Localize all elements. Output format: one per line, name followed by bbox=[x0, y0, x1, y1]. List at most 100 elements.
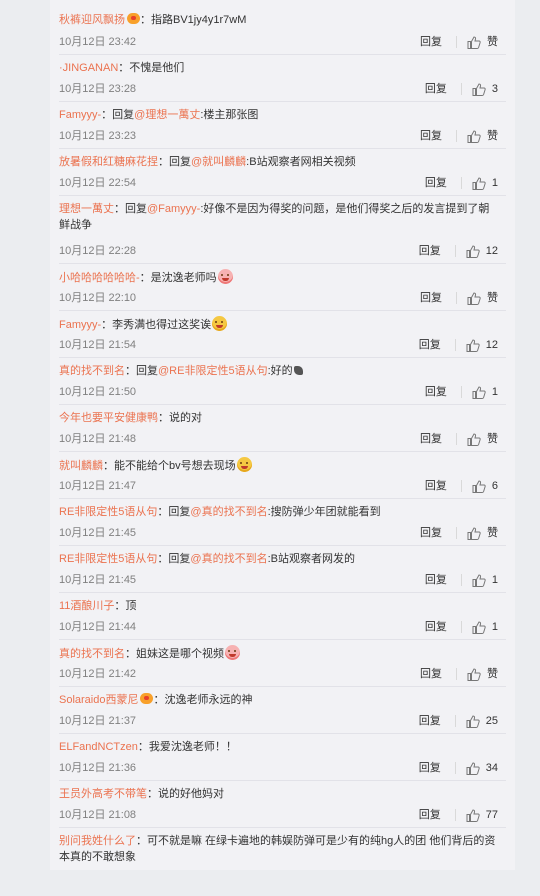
reply-button[interactable]: 回复 bbox=[420, 667, 442, 681]
like-button[interactable]: 3 bbox=[472, 82, 498, 96]
like-count: 赞 bbox=[487, 36, 498, 48]
mention-link[interactable]: @真的找不到名 bbox=[190, 506, 267, 518]
reply-button[interactable]: 回复 bbox=[420, 291, 442, 305]
comment-username-link[interactable]: 今年也要平安健康鸭 bbox=[59, 412, 158, 424]
reply-button[interactable]: 回复 bbox=[419, 244, 441, 258]
comment-text: ：沈逸老师永远的神 bbox=[153, 694, 253, 706]
reply-button[interactable]: 回复 bbox=[425, 176, 447, 190]
action-divider bbox=[454, 339, 456, 351]
comment-content: 真的找不到名：姐妹这是哪个视频 bbox=[59, 645, 506, 662]
reply-prefix: ：回复 bbox=[101, 109, 135, 121]
reply-button[interactable]: 回复 bbox=[420, 129, 442, 143]
blush-emoji-icon bbox=[217, 269, 233, 284]
like-button[interactable]: 12 bbox=[466, 338, 498, 352]
comment-username-link[interactable]: Famyyy- bbox=[59, 319, 101, 331]
action-divider bbox=[454, 245, 456, 257]
action-divider bbox=[456, 668, 457, 680]
comment-username-link[interactable]: 理想一萬丈 bbox=[59, 203, 114, 215]
comment-username-link[interactable]: 11酒酿川子 bbox=[59, 600, 114, 612]
thumbs-up-icon bbox=[467, 129, 481, 143]
like-button[interactable]: 1 bbox=[472, 620, 498, 634]
like-button[interactable]: 12 bbox=[466, 244, 498, 258]
like-button[interactable]: 1 bbox=[472, 176, 498, 190]
action-divider bbox=[456, 433, 457, 445]
comment-username-link[interactable]: RE非限定性5语从句 bbox=[59, 506, 157, 518]
comment-username-link[interactable]: 放暑假和红糖麻花捏 bbox=[59, 156, 158, 168]
comment-actions: 回复 1 bbox=[425, 573, 498, 587]
action-divider bbox=[454, 715, 456, 727]
reply-button[interactable]: 回复 bbox=[420, 432, 442, 446]
like-button[interactable]: 赞 bbox=[467, 35, 498, 49]
comment-timestamp: 10月12日 23:42 bbox=[59, 36, 137, 48]
comment-username-link[interactable]: Solaraido西蒙尼 bbox=[59, 694, 138, 706]
comment-actions: 回复 34 bbox=[419, 761, 498, 775]
like-button[interactable]: 赞 bbox=[467, 526, 498, 540]
mention-link[interactable]: @Famyyy- bbox=[147, 203, 200, 215]
comment-content: 就叫麟麟：能不能给个bv号想去现场 bbox=[59, 457, 506, 474]
like-button[interactable]: 77 bbox=[466, 808, 498, 822]
action-divider bbox=[456, 130, 457, 142]
mention-link[interactable]: @RE非限定性5语从句 bbox=[158, 365, 268, 377]
comment-timestamp: 10月12日 21:47 bbox=[59, 480, 137, 492]
like-count: 赞 bbox=[487, 130, 498, 142]
comment-content: 秋裤迎风飘扬 ：指路BV1jy4y1r7wM bbox=[59, 12, 506, 28]
reply-button[interactable]: 回复 bbox=[419, 714, 441, 728]
action-divider bbox=[456, 36, 457, 48]
thumbs-up-icon bbox=[467, 35, 481, 49]
like-button[interactable]: 6 bbox=[472, 479, 498, 493]
thumbs-up-icon bbox=[472, 573, 486, 587]
comment-username-link[interactable]: 秋裤迎风飘扬 bbox=[59, 14, 125, 26]
reply-button[interactable]: 回复 bbox=[419, 338, 441, 352]
comment-panel: 秋裤迎风飘扬 ：指路BV1jy4y1r7wM 10月12日 23:42 回复赞 ·JIN… bbox=[50, 0, 515, 870]
comment-content: 理想一萬丈：回复@Famyyy-:好像不是因为得奖的问题，是他们得奖之后的发言提… bbox=[59, 201, 499, 233]
comment-actions: 回复 赞 bbox=[420, 35, 498, 49]
comment-username-link[interactable]: 王员外高考不带笔 bbox=[59, 788, 147, 800]
comment-timestamp: 10月12日 21:36 bbox=[59, 762, 137, 774]
like-button[interactable]: 赞 bbox=[467, 129, 498, 143]
mention-link[interactable]: @就叫麟麟 bbox=[191, 156, 246, 168]
comment-username-link[interactable]: ELFandNCTzen bbox=[59, 741, 138, 753]
action-divider bbox=[456, 292, 457, 304]
comment-text: ：不愧是他们 bbox=[118, 62, 185, 74]
like-button[interactable]: 赞 bbox=[467, 667, 498, 681]
reply-button[interactable]: 回复 bbox=[420, 35, 442, 49]
comment-text: ：能不能给个bv号想去现场 bbox=[103, 460, 236, 472]
like-count: 77 bbox=[485, 809, 498, 821]
comment-username-link[interactable]: ·JINGANAN bbox=[59, 62, 118, 74]
comment-username-link[interactable]: 别问我姓什么了 bbox=[59, 835, 136, 847]
thumbs-up-icon bbox=[466, 244, 480, 258]
like-count: 赞 bbox=[487, 527, 498, 539]
mention-link[interactable]: @真的找不到名 bbox=[190, 553, 267, 565]
comment-username-link[interactable]: 真的找不到名 bbox=[59, 648, 125, 660]
reply-button[interactable]: 回复 bbox=[425, 573, 447, 587]
like-button[interactable]: 赞 bbox=[467, 291, 498, 305]
like-button[interactable]: 1 bbox=[472, 573, 498, 587]
comment-content: ·JINGANAN：不愧是他们 bbox=[59, 60, 506, 76]
comment-text: :B站观察者网相关视频 bbox=[246, 156, 356, 168]
comment-username-link[interactable]: 小哈哈哈哈哈哈- bbox=[59, 272, 140, 284]
comment-actions: 回复 1 bbox=[425, 620, 498, 634]
comment-username-link[interactable]: 就叫麟麟 bbox=[59, 460, 103, 472]
reply-button[interactable]: 回复 bbox=[419, 761, 441, 775]
like-button[interactable]: 25 bbox=[466, 714, 498, 728]
reply-button[interactable]: 回复 bbox=[425, 82, 447, 96]
reply-button[interactable]: 回复 bbox=[425, 385, 447, 399]
reply-button[interactable]: 回复 bbox=[425, 479, 447, 493]
comment-content: 别问我姓什么了：可不就是嘛 在绿卡遍地的韩娱防弹可是少有的纯hg人的团 他们背后… bbox=[59, 833, 499, 865]
reply-button[interactable]: 回复 bbox=[420, 526, 442, 540]
comment-username-link[interactable]: Famyyy- bbox=[59, 109, 101, 121]
like-button[interactable]: 1 bbox=[472, 385, 498, 399]
comment-username-link[interactable]: RE非限定性5语从句 bbox=[59, 553, 157, 565]
comment-actions: 回复 赞 bbox=[420, 667, 498, 681]
small-emoji-icon bbox=[293, 366, 303, 375]
comment-item: 11酒酿川子：顶 10月12日 21:44 回复 1 bbox=[59, 593, 506, 640]
like-button[interactable]: 赞 bbox=[467, 432, 498, 446]
reply-button[interactable]: 回复 bbox=[425, 620, 447, 634]
mention-link[interactable]: @理想一萬丈 bbox=[134, 109, 200, 121]
comment-item: Famyyy-：回复@理想一萬丈:楼主那张图 10月12日 23:23 回复 赞 bbox=[59, 102, 506, 149]
comment-text: :楼主那张图 bbox=[200, 109, 259, 121]
comment-text: ：说的对 bbox=[158, 412, 202, 424]
like-button[interactable]: 34 bbox=[466, 761, 498, 775]
reply-button[interactable]: 回复 bbox=[419, 808, 441, 822]
comment-username-link[interactable]: 真的找不到名 bbox=[59, 365, 125, 377]
